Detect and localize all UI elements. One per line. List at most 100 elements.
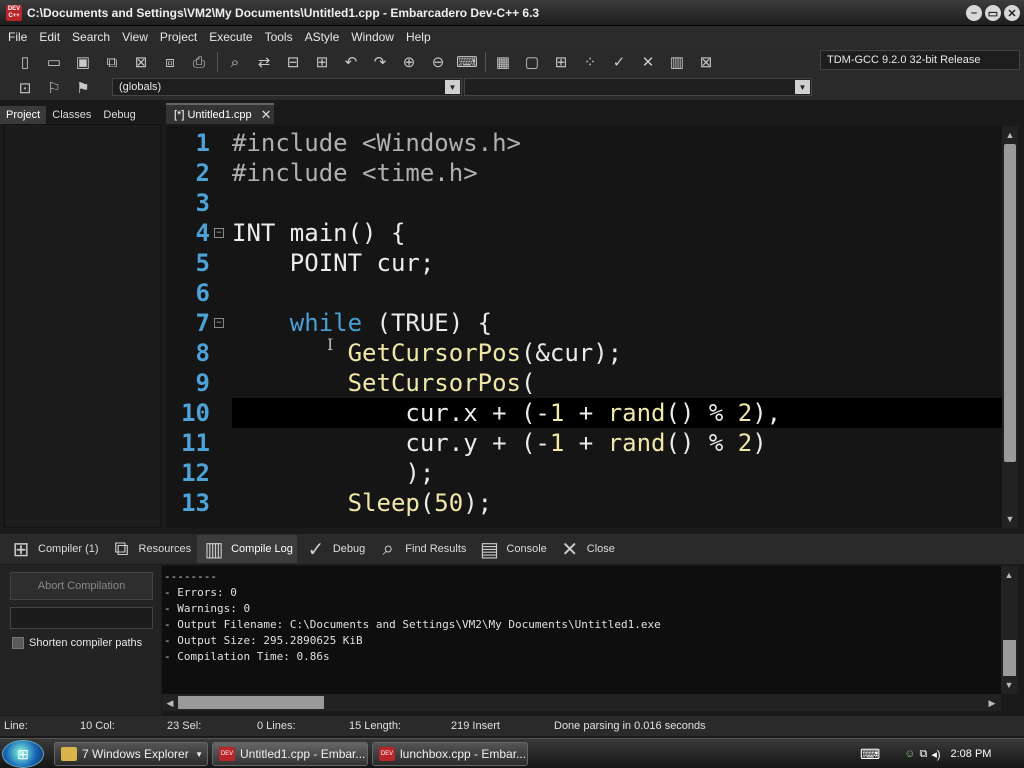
scrollbar-thumb[interactable] bbox=[1003, 640, 1016, 676]
scrollbar-thumb[interactable] bbox=[178, 696, 324, 709]
editor-vertical-scrollbar[interactable]: ▲ ▼ bbox=[1002, 126, 1018, 528]
scroll-left-icon[interactable]: ◀ bbox=[162, 696, 178, 710]
open-folder-icon[interactable]: ▭ bbox=[43, 51, 65, 73]
tab-debug[interactable]: Debug bbox=[97, 106, 141, 124]
line-number: 2 bbox=[195, 159, 210, 187]
goto-line-icon[interactable]: ⊟ bbox=[282, 51, 304, 73]
tab-project[interactable]: Project bbox=[0, 106, 47, 124]
find-icon[interactable]: ⌕ bbox=[224, 51, 246, 73]
scroll-down-icon[interactable]: ▼ bbox=[1002, 512, 1018, 526]
syntax-check-icon[interactable]: ✓ bbox=[608, 51, 630, 73]
scroll-right-icon[interactable]: ▶ bbox=[984, 696, 1000, 710]
tab-classes[interactable]: Classes bbox=[46, 106, 97, 124]
fold-toggle-icon[interactable]: − bbox=[214, 228, 224, 238]
compile-progress-bar bbox=[10, 607, 153, 629]
tab-resources[interactable]: ⧉ Resources bbox=[105, 535, 196, 563]
project-browser[interactable] bbox=[4, 124, 161, 528]
print-icon[interactable]: ⎙ bbox=[188, 51, 210, 73]
close-icon: ✕ bbox=[561, 538, 579, 561]
insert-icon[interactable]: ⊡ bbox=[14, 77, 36, 99]
chevron-down-icon[interactable]: ▼ bbox=[795, 80, 810, 94]
run-icon[interactable]: ▢ bbox=[521, 51, 543, 73]
redo-icon[interactable]: ↷ bbox=[369, 51, 391, 73]
function-combo[interactable]: ▼ bbox=[464, 78, 812, 96]
log-vertical-scrollbar[interactable]: ▲ ▼ bbox=[1001, 566, 1018, 694]
compile-log-output[interactable]: -------- - Errors: 0 - Warnings: 0 - Out… bbox=[162, 566, 1001, 694]
stop-execution-icon[interactable]: ✕ bbox=[637, 51, 659, 73]
code-line: GetCursorPos(&cur); bbox=[347, 339, 623, 367]
undo-icon[interactable]: ↶ bbox=[340, 51, 362, 73]
code-line: POINT cur; bbox=[232, 249, 435, 277]
minimize-button[interactable]: – bbox=[966, 5, 982, 21]
project-options-icon[interactable]: ⌨ bbox=[456, 51, 478, 73]
scroll-down-icon[interactable]: ▼ bbox=[1001, 678, 1017, 692]
log-horizontal-scrollbar[interactable]: ◀ ▶ bbox=[162, 694, 1001, 711]
compile-icon[interactable]: ▦ bbox=[492, 51, 514, 73]
tab-compile-log[interactable]: ▥ Compile Log bbox=[197, 535, 297, 563]
scroll-up-icon[interactable]: ▲ bbox=[1002, 128, 1018, 142]
rebuild-icon[interactable]: ⁘ bbox=[579, 51, 601, 73]
compiler-select[interactable]: TDM-GCC 9.2.0 32-bit Release bbox=[820, 50, 1020, 70]
code-editor[interactable]: 1 2 3 4 5 6 7 8 9 10 11 12 13 − − #inclu… bbox=[166, 126, 1002, 528]
remove-project-icon[interactable]: ⊖ bbox=[427, 51, 449, 73]
save-all-icon[interactable]: ⧉ bbox=[101, 51, 123, 73]
profile-icon[interactable]: ▥ bbox=[666, 51, 688, 73]
status-sel: 23 Sel: bbox=[167, 720, 202, 732]
user-icon[interactable]: ☺ bbox=[904, 748, 915, 760]
close-all-icon[interactable]: ⧈ bbox=[159, 51, 181, 73]
new-project-icon[interactable]: ⊕ bbox=[398, 51, 420, 73]
network-icon[interactable]: ⧉ bbox=[919, 748, 927, 761]
new-file-icon[interactable]: ▯ bbox=[14, 51, 36, 73]
menu-execute[interactable]: Execute bbox=[203, 30, 258, 44]
restore-button[interactable]: ▭ bbox=[985, 5, 1001, 21]
log-line: - Output Filename: C:\Documents and Sett… bbox=[164, 618, 661, 631]
menu-search[interactable]: Search bbox=[66, 30, 116, 44]
scroll-up-icon[interactable]: ▲ bbox=[1001, 568, 1017, 582]
abort-compilation-button[interactable]: Abort Compilation bbox=[10, 572, 153, 600]
close-tab-icon[interactable]: ✕ bbox=[261, 107, 272, 123]
menu-file[interactable]: File bbox=[2, 30, 33, 44]
clock[interactable]: 2:08 PM bbox=[951, 748, 992, 760]
editor-tab-untitled1[interactable]: [*] Untitled1.cpp ✕ bbox=[166, 103, 274, 124]
taskbar-untitled1[interactable]: DEV Untitled1.cpp - Embar... bbox=[212, 742, 368, 766]
status-length: 15 Length: bbox=[349, 720, 401, 732]
title-bar: DEV C++ C:\Documents and Settings\VM2\My… bbox=[0, 0, 1024, 26]
taskbar-explorer-group[interactable]: 7 Windows Explorer ▼ bbox=[54, 742, 208, 766]
shorten-paths-checkbox[interactable] bbox=[12, 637, 24, 649]
compile-controls: Abort Compilation Shorten compiler paths bbox=[0, 565, 161, 715]
menu-view[interactable]: View bbox=[116, 30, 154, 44]
fold-toggle-icon[interactable]: − bbox=[214, 318, 224, 328]
delete-profile-icon[interactable]: ⊠ bbox=[695, 51, 717, 73]
start-button[interactable]: ⊞ bbox=[2, 740, 44, 768]
bookmark-icon[interactable]: ⚐ bbox=[43, 77, 65, 99]
menu-edit[interactable]: Edit bbox=[33, 30, 66, 44]
menu-project[interactable]: Project bbox=[154, 30, 203, 44]
code-line: INT main() { bbox=[232, 219, 406, 247]
tab-find-results[interactable]: ⌕ Find Results bbox=[371, 535, 470, 563]
menu-tools[interactable]: Tools bbox=[259, 30, 299, 44]
taskbar-lunchbox[interactable]: DEV lunchbox.cpp - Embar... bbox=[372, 742, 528, 766]
tab-console[interactable]: ▤ Console bbox=[472, 535, 550, 563]
close-window-button[interactable]: ✕ bbox=[1004, 5, 1020, 21]
menu-window[interactable]: Window bbox=[345, 30, 400, 44]
checkmark-icon: ✓ bbox=[307, 538, 325, 561]
replace-icon[interactable]: ⇄ bbox=[253, 51, 275, 73]
tab-debug-bottom[interactable]: ✓ Debug bbox=[299, 535, 369, 563]
volume-icon[interactable]: ◂) bbox=[931, 748, 940, 761]
close-file-icon[interactable]: ⊠ bbox=[130, 51, 152, 73]
goto-bookmark-icon[interactable]: ⚑ bbox=[72, 77, 94, 99]
menu-astyle[interactable]: AStyle bbox=[299, 30, 346, 44]
tab-compiler[interactable]: ⊞ Compiler (1) bbox=[4, 535, 103, 563]
chevron-down-icon[interactable]: ▼ bbox=[445, 80, 460, 94]
menu-help[interactable]: Help bbox=[400, 30, 437, 44]
toggle-panel-icon[interactable]: ⊞ bbox=[311, 51, 333, 73]
compile-run-icon[interactable]: ⊞ bbox=[550, 51, 572, 73]
class-combo[interactable]: (globals) ▼ bbox=[112, 78, 462, 96]
keyboard-icon[interactable]: ⌨ bbox=[860, 746, 880, 763]
shorten-paths-option[interactable]: Shorten compiler paths bbox=[12, 637, 142, 649]
close-panel-button[interactable]: ✕ Close bbox=[553, 535, 619, 563]
devcpp-icon: DEV bbox=[219, 747, 235, 761]
grid-icon: ⊞ bbox=[12, 538, 30, 561]
scrollbar-thumb[interactable] bbox=[1004, 144, 1016, 462]
save-icon[interactable]: ▣ bbox=[72, 51, 94, 73]
